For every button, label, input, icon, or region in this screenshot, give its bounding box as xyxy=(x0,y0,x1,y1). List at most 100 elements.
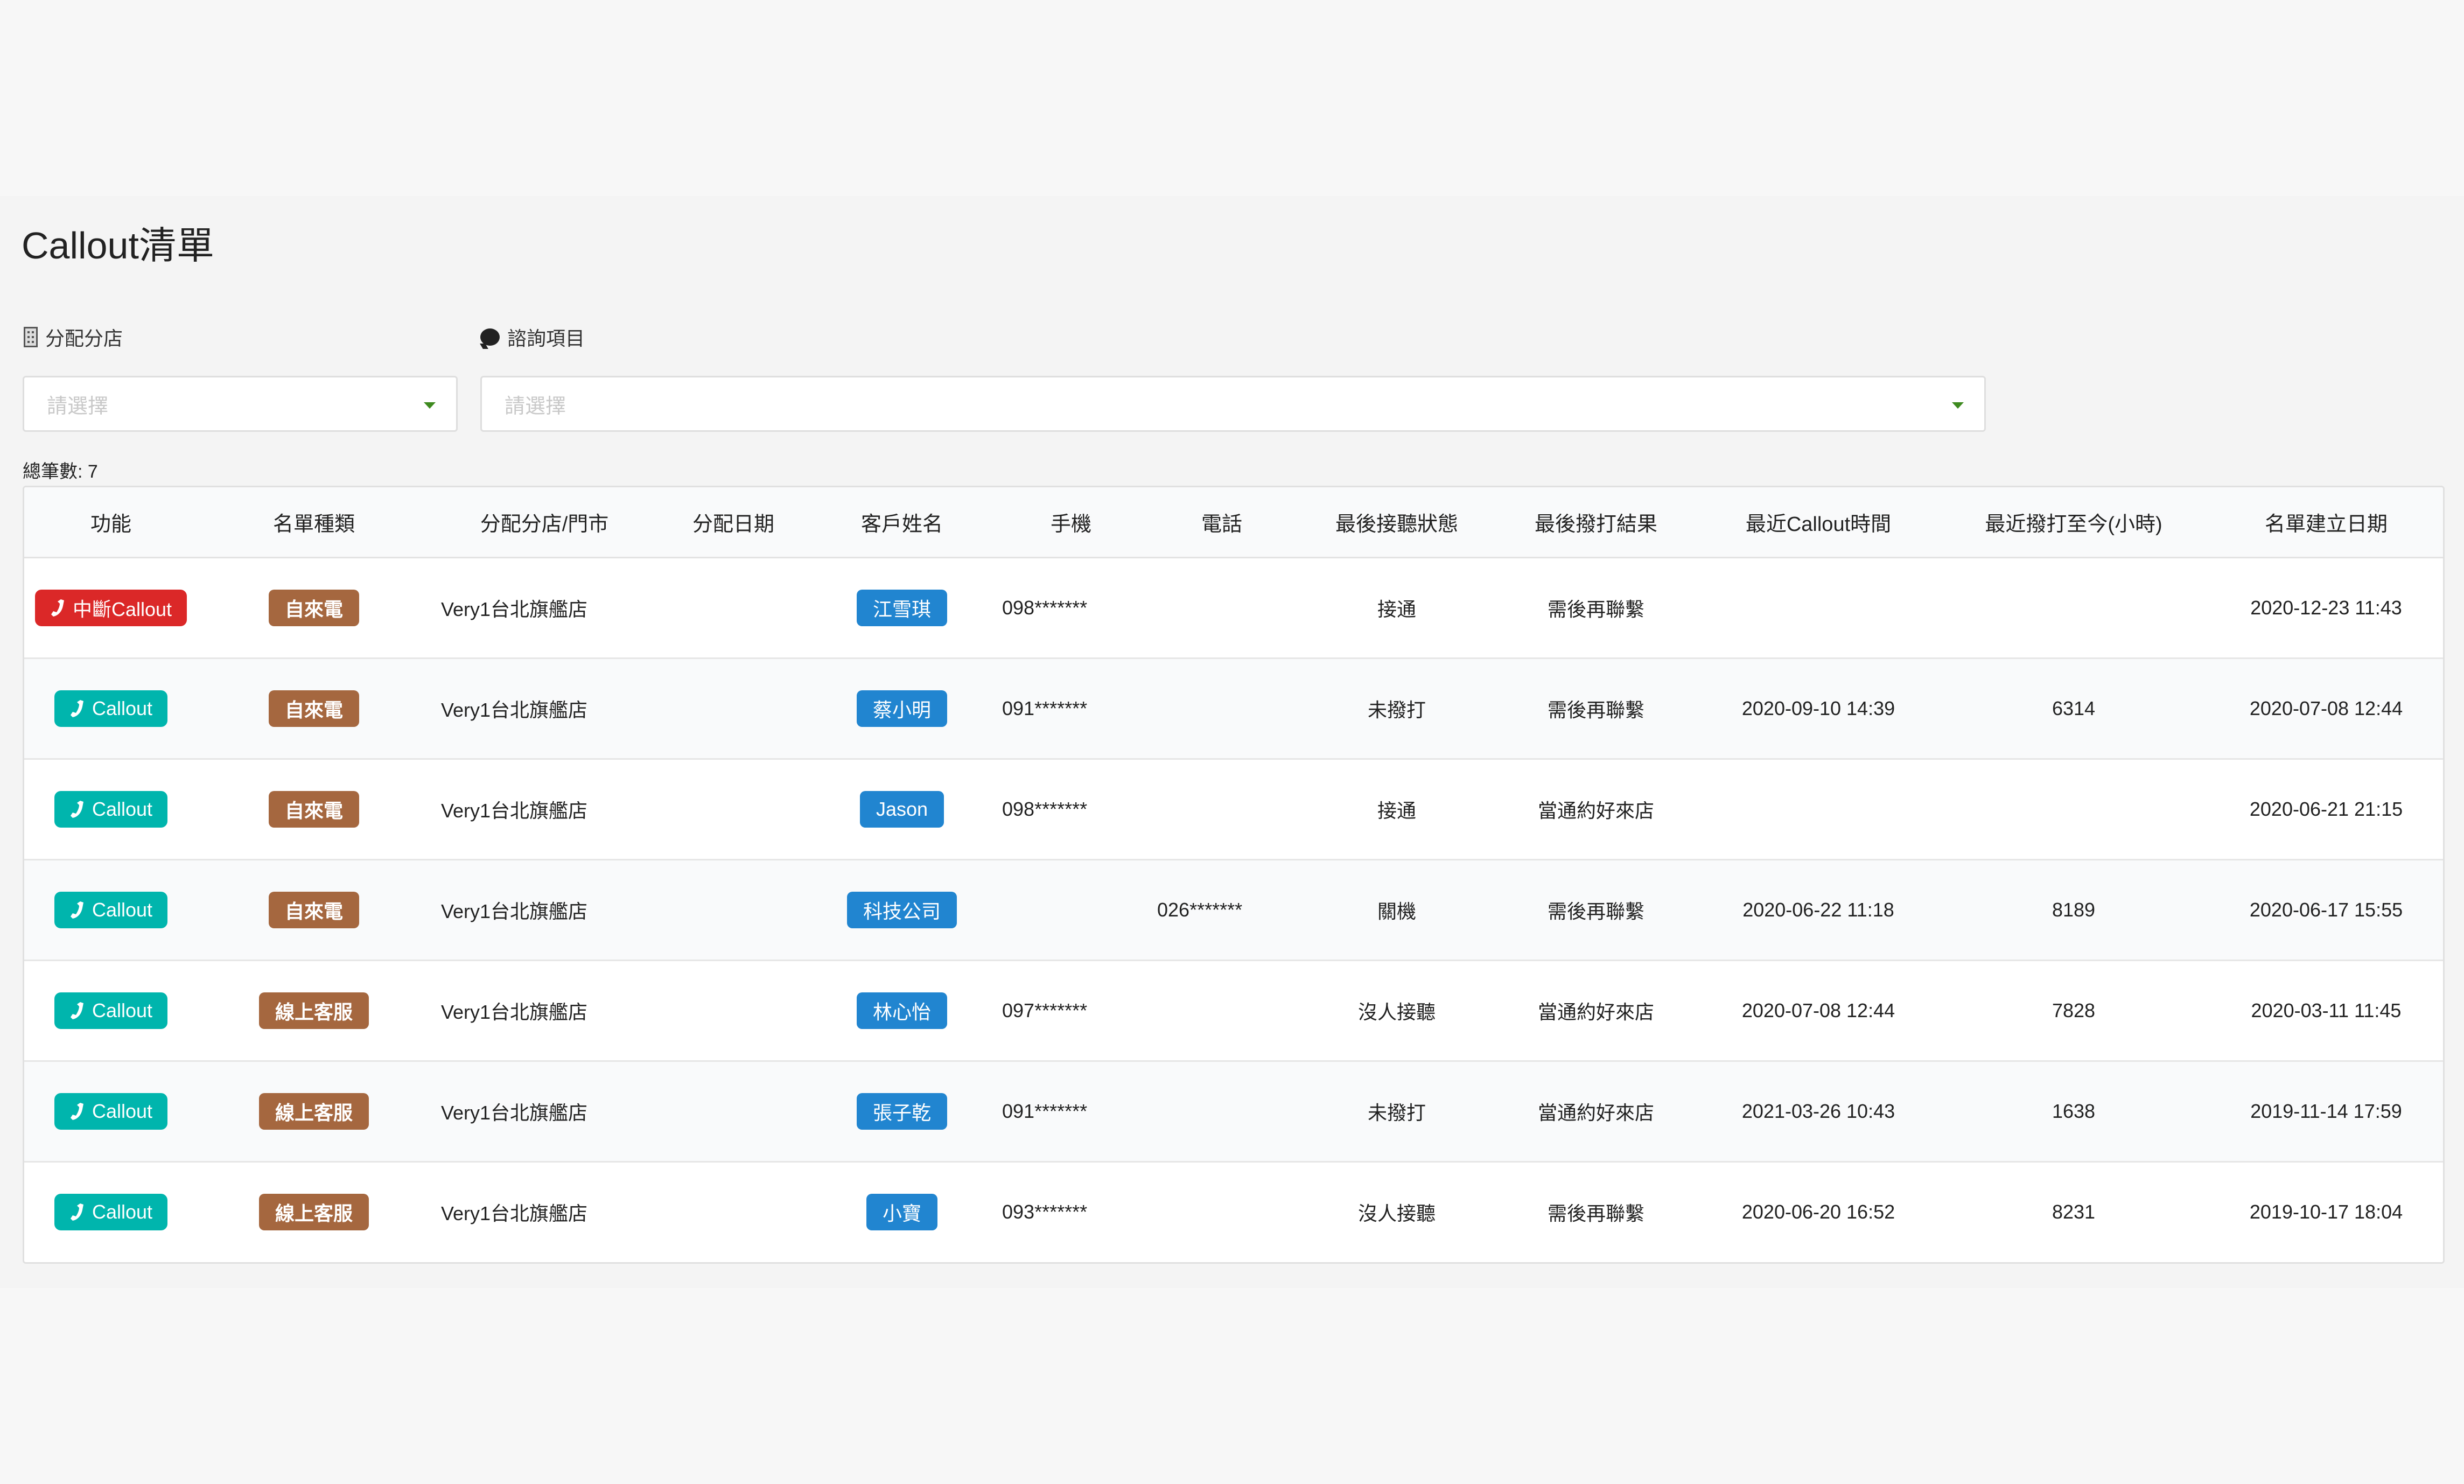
cell-customer: 林心怡 xyxy=(808,960,996,1062)
cell-created: 2019-11-14 17:59 xyxy=(2206,1061,2443,1163)
total-count: 總筆數: 7 xyxy=(23,461,98,482)
phone-icon xyxy=(69,800,85,819)
cell-created: 2020-06-17 15:55 xyxy=(2206,859,2443,961)
table-row: Callout 線上客服 Very1台北旗艦店 小寶 093******* 沒人接聽 需後再… xyxy=(24,1161,2443,1262)
table-row: Callout 自來電 Very1台北旗艦店 Jason 098******* 接通 當通約… xyxy=(24,759,2443,860)
cell-hours-since: 1638 xyxy=(1941,1061,2206,1163)
cell-assign-date xyxy=(659,658,808,760)
cell-last-callout: 2020-09-10 14:39 xyxy=(1696,658,1941,760)
cell-hours-since: 6314 xyxy=(1941,658,2206,760)
cell-created: 2020-06-21 21:15 xyxy=(2206,759,2443,860)
button-label: 中斷Callout xyxy=(72,598,172,620)
interrupt-callout-button[interactable]: 中斷Callout xyxy=(34,589,187,626)
phone-icon xyxy=(69,1102,85,1121)
callout-button[interactable]: Callout xyxy=(54,790,168,828)
cell-customer: 小寶 xyxy=(808,1161,996,1262)
customer-name-badge[interactable]: 林心怡 xyxy=(856,992,947,1029)
customer-name-badge[interactable]: 蔡小明 xyxy=(856,690,947,727)
cell-mobile: 098******* xyxy=(996,759,1146,860)
cell-assign-date xyxy=(659,960,808,1062)
column-header: 最後撥打結果 xyxy=(1496,487,1696,558)
customer-name-badge[interactable]: 科技公司 xyxy=(846,891,957,928)
cell-action: Callout xyxy=(24,960,198,1062)
customer-name-badge[interactable]: Jason xyxy=(859,790,944,828)
building-icon xyxy=(24,327,38,347)
table-row: 中斷Callout 自來電 Very1台北旗艦店 江雪琪 098******* 接通 需後再… xyxy=(24,557,2443,659)
button-label: Callout xyxy=(92,697,153,719)
inquiry-filter-label-text: 諮詢項目 xyxy=(507,327,585,349)
button-label: Callout xyxy=(92,797,153,820)
cell-created: 2020-03-11 11:45 xyxy=(2206,960,2443,1062)
column-header: 名單建立日期 xyxy=(2206,487,2443,558)
cell-list-type: 自來電 xyxy=(198,557,430,659)
cell-call-result: 需後再聯繫 xyxy=(1496,557,1696,659)
list-type-badge: 自來電 xyxy=(268,790,359,828)
cell-phone xyxy=(1146,759,1297,860)
inquiry-select-placeholder: 請選擇 xyxy=(505,395,566,418)
cell-list-type: 自來電 xyxy=(198,759,430,860)
customer-name-badge[interactable]: 張子乾 xyxy=(856,1093,947,1130)
cell-mobile: 097******* xyxy=(996,960,1146,1062)
cell-store: Very1台北旗艦店 xyxy=(430,859,659,961)
cell-phone xyxy=(1146,960,1297,1062)
cell-action: Callout xyxy=(24,658,198,760)
cell-hours-since: 7828 xyxy=(1941,960,2206,1062)
list-type-badge: 線上客服 xyxy=(258,1194,369,1231)
callout-button[interactable]: Callout xyxy=(54,1093,168,1130)
cell-call-result: 需後再聯繫 xyxy=(1496,1161,1696,1262)
cell-phone xyxy=(1146,1161,1297,1262)
cell-last-callout xyxy=(1696,759,1941,860)
table-header-row: 功能 名單種類 分配分店/門市 分配日期 客戶姓名 手機 電話 最後接聽狀態 最後撥打結果 最近C… xyxy=(24,487,2443,558)
callout-table: 功能 名單種類 分配分店/門市 分配日期 客戶姓名 手機 電話 最後接聽狀態 最後撥打結果 最近C… xyxy=(23,486,2445,1264)
cell-answer-status: 接通 xyxy=(1297,759,1496,860)
cell-assign-date xyxy=(659,759,808,860)
table-row: Callout 線上客服 Very1台北旗艦店 張子乾 091******* 未撥打 當通約… xyxy=(24,1061,2443,1163)
cell-phone xyxy=(1146,557,1297,659)
cell-answer-status: 關機 xyxy=(1297,859,1496,961)
cell-customer: 江雪琪 xyxy=(808,557,996,659)
customer-name-badge[interactable]: 小寶 xyxy=(866,1194,937,1231)
bottom-band xyxy=(0,1288,2464,1484)
branch-filter-label: 分配分店 xyxy=(24,323,123,351)
cell-created: 2020-12-23 11:43 xyxy=(2206,557,2443,659)
cell-answer-status: 沒人接聽 xyxy=(1297,960,1496,1062)
list-type-badge: 自來電 xyxy=(268,891,359,928)
page-title: Callout清單 xyxy=(22,225,214,267)
column-header: 名單種類 xyxy=(198,487,430,558)
cell-store: Very1台北旗艦店 xyxy=(430,1161,659,1262)
table-row: Callout 自來電 Very1台北旗艦店 科技公司 026******* 關機 需後再聯… xyxy=(24,859,2443,961)
cell-list-type: 線上客服 xyxy=(198,1061,430,1163)
cell-store: Very1台北旗艦店 xyxy=(430,1061,659,1163)
customer-name-badge[interactable]: 江雪琪 xyxy=(856,589,947,626)
cell-store: Very1台北旗艦店 xyxy=(430,658,659,760)
cell-customer: 蔡小明 xyxy=(808,658,996,760)
table-row: Callout 線上客服 Very1台北旗艦店 林心怡 097******* 沒人接聽 當通… xyxy=(24,960,2443,1062)
phone-icon xyxy=(50,598,65,618)
cell-call-result: 需後再聯繫 xyxy=(1496,859,1696,961)
cell-action: Callout xyxy=(24,1161,198,1262)
column-header: 最後接聽狀態 xyxy=(1297,487,1496,558)
inquiry-select[interactable]: 請選擇 xyxy=(480,376,1986,432)
cell-call-result: 當通約好來店 xyxy=(1496,960,1696,1062)
column-header: 客戶姓名 xyxy=(808,487,996,558)
callout-button[interactable]: Callout xyxy=(54,690,168,727)
caret-down-icon[interactable] xyxy=(1952,402,1964,409)
callout-button[interactable]: Callout xyxy=(54,992,168,1029)
cell-created: 2019-10-17 18:04 xyxy=(2206,1161,2443,1262)
cell-action: Callout xyxy=(24,859,198,961)
column-header: 功能 xyxy=(24,487,198,558)
caret-down-icon[interactable] xyxy=(424,402,436,409)
branch-select[interactable]: 請選擇 xyxy=(23,376,458,432)
table-row: Callout 自來電 Very1台北旗艦店 蔡小明 091******* 未撥打 需後再聯… xyxy=(24,658,2443,760)
column-header: 最近Callout時間 xyxy=(1696,487,1941,558)
column-header: 最近撥打至今(小時) xyxy=(1941,487,2206,558)
cell-list-type: 線上客服 xyxy=(198,960,430,1062)
cell-call-result: 當通約好來店 xyxy=(1496,1061,1696,1163)
branch-select-placeholder: 請選擇 xyxy=(47,395,109,418)
branch-filter-label-text: 分配分店 xyxy=(45,327,123,349)
callout-button[interactable]: Callout xyxy=(54,891,168,928)
top-band xyxy=(0,0,2464,196)
callout-button[interactable]: Callout xyxy=(54,1194,168,1231)
column-header: 手機 xyxy=(996,487,1146,558)
cell-assign-date xyxy=(659,1061,808,1163)
